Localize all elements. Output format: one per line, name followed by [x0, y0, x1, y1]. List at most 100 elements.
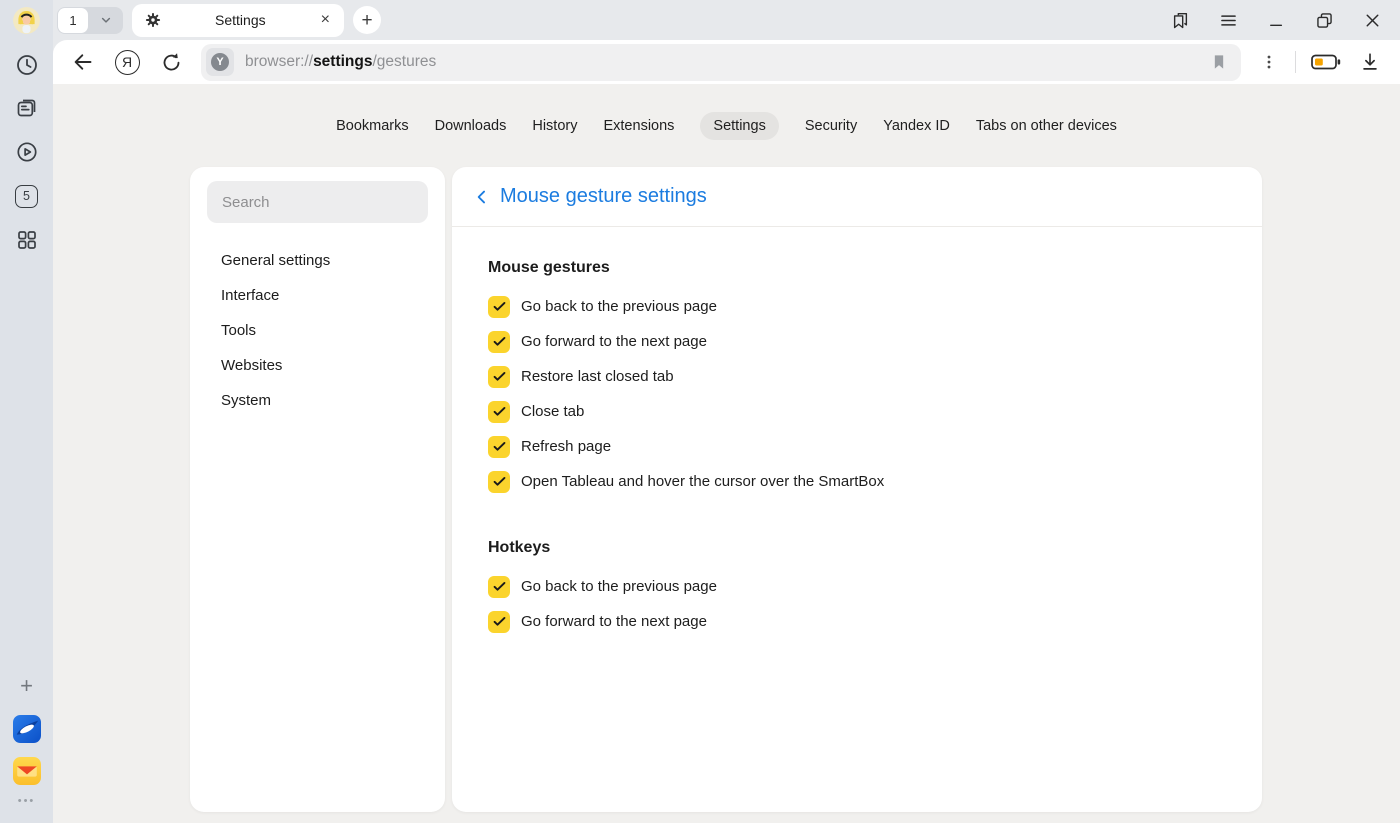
tab-settings[interactable]: Settings	[700, 112, 778, 140]
checkbox-go-forward[interactable]	[488, 331, 510, 353]
new-tab-button[interactable]: +	[353, 6, 381, 34]
section-heading-mouse-gestures: Mouse gestures	[488, 257, 1226, 278]
gear-icon	[144, 11, 162, 29]
sidebar-item-interface[interactable]: Interface	[221, 278, 445, 313]
option-row: Refresh page	[488, 429, 1226, 464]
feed-rail-button[interactable]	[0, 93, 53, 123]
download-icon	[1359, 51, 1381, 73]
section-heading-hotkeys: Hotkeys	[488, 537, 1226, 558]
active-tab[interactable]: Settings ×	[132, 4, 344, 37]
settings-back-button[interactable]	[469, 184, 495, 210]
checkbox-close-tab[interactable]	[488, 401, 510, 423]
browser-menu-button[interactable]	[1214, 6, 1242, 34]
settings-top-nav: Bookmarks Downloads History Extensions S…	[53, 112, 1400, 140]
sidebar-item-general-settings[interactable]: General settings	[221, 243, 445, 278]
checkbox-restore-tab[interactable]	[488, 366, 510, 388]
tab-strip: 1	[53, 0, 1400, 40]
url-text: browser://settings/gestures	[245, 53, 436, 71]
window-controls	[1166, 6, 1386, 34]
bookmark-page-button[interactable]	[1209, 52, 1229, 72]
address-bar[interactable]: Y browser://settings/gestures	[201, 44, 1241, 81]
back-button[interactable]	[61, 43, 105, 81]
checkbox-hotkey-go-forward[interactable]	[488, 611, 510, 633]
bookmark-flag-icon	[1209, 52, 1229, 72]
panel-header: Mouse gesture settings	[452, 167, 1262, 227]
chevron-down-icon	[97, 11, 115, 29]
checkmark-icon	[491, 368, 508, 385]
history-rail-button[interactable]	[0, 50, 53, 80]
checkbox-refresh-page[interactable]	[488, 436, 510, 458]
yandex-mail-app-button[interactable]	[0, 756, 53, 786]
checkmark-icon	[491, 333, 508, 350]
video-rail-button[interactable]	[0, 137, 53, 167]
tab-group-counter[interactable]: 1	[58, 8, 88, 33]
news-feed-icon	[15, 96, 39, 120]
checkbox-open-tableau[interactable]	[488, 471, 510, 493]
option-row: Go back to the previous page	[488, 569, 1226, 604]
add-panel-button[interactable]: +	[0, 671, 53, 701]
checkbox-hotkey-go-back[interactable]	[488, 576, 510, 598]
grid-icon	[15, 228, 39, 252]
more-dots-icon: •••	[18, 795, 36, 807]
tab-bookmarks[interactable]: Bookmarks	[336, 112, 409, 140]
sidebar-item-system[interactable]: System	[221, 383, 445, 418]
downloads-button[interactable]	[1350, 43, 1390, 81]
page-actions-button[interactable]	[1249, 43, 1289, 81]
battery-icon	[1311, 53, 1341, 71]
yandex-logo-icon: Я	[115, 50, 140, 75]
option-label: Go forward to the next page	[521, 333, 707, 350]
tab-yandex-id[interactable]: Yandex ID	[883, 112, 950, 140]
url-path: /gestures	[373, 53, 437, 70]
checkmark-icon	[491, 298, 508, 315]
sidebar-item-websites[interactable]: Websites	[221, 348, 445, 383]
tab-downloads[interactable]: Downloads	[435, 112, 507, 140]
yandex-home-button[interactable]: Я	[105, 43, 149, 81]
refresh-button[interactable]	[149, 43, 193, 81]
search-input[interactable]	[207, 181, 428, 223]
refresh-icon	[160, 51, 183, 74]
profile-avatar[interactable]	[13, 7, 40, 34]
tab-group-expand-button[interactable]	[89, 7, 123, 34]
minimize-icon	[1266, 10, 1287, 31]
minimize-button[interactable]	[1262, 6, 1290, 34]
protect-shield-icon: Y	[211, 53, 229, 71]
option-label: Go forward to the next page	[521, 613, 707, 630]
option-row: Close tab	[488, 394, 1226, 429]
tab-history[interactable]: History	[532, 112, 577, 140]
option-label: Go back to the previous page	[521, 578, 717, 595]
rail-more-button[interactable]: •••	[0, 793, 53, 809]
option-label: Restore last closed tab	[521, 368, 674, 385]
site-protect-chip[interactable]: Y	[206, 48, 234, 76]
yandex-browser-app-button[interactable]	[0, 714, 53, 744]
option-row: Go forward to the next page	[488, 604, 1226, 639]
tabs-count-rail-button[interactable]: 5	[0, 181, 53, 211]
tab-extensions[interactable]: Extensions	[603, 112, 674, 140]
tab-close-button[interactable]: ×	[319, 12, 332, 28]
settings-nav-menu: General settings Interface Tools Website…	[190, 243, 445, 418]
checkmark-icon	[491, 473, 508, 490]
services-rail-button[interactable]	[0, 225, 53, 255]
avatar-image	[13, 7, 40, 34]
browser-toolbar: Я Y browser://settings/gestures	[53, 40, 1400, 84]
restore-window-button[interactable]	[1310, 6, 1338, 34]
checkbox-go-back[interactable]	[488, 296, 510, 318]
option-row: Go back to the previous page	[488, 289, 1226, 324]
bookmarks-panel-button[interactable]	[1166, 6, 1194, 34]
tab-other-devices[interactable]: Tabs on other devices	[976, 112, 1117, 140]
chevron-left-icon	[472, 187, 492, 207]
hamburger-menu-icon	[1218, 10, 1239, 31]
tab-title: Settings	[162, 12, 319, 28]
sidebar-item-tools[interactable]: Tools	[221, 313, 445, 348]
tab-security[interactable]: Security	[805, 112, 857, 140]
option-label: Refresh page	[521, 438, 611, 455]
close-window-button[interactable]	[1358, 6, 1386, 34]
toolbar-divider	[1295, 51, 1296, 73]
option-row: Restore last closed tab	[488, 359, 1226, 394]
bookmarks-panel-icon	[1170, 10, 1191, 31]
restore-window-icon	[1314, 10, 1335, 31]
clock-icon	[15, 53, 39, 77]
page-title[interactable]: Mouse gesture settings	[500, 185, 707, 208]
kebab-menu-icon	[1259, 52, 1279, 72]
battery-saver-button[interactable]	[1302, 43, 1350, 81]
checkmark-icon	[491, 578, 508, 595]
